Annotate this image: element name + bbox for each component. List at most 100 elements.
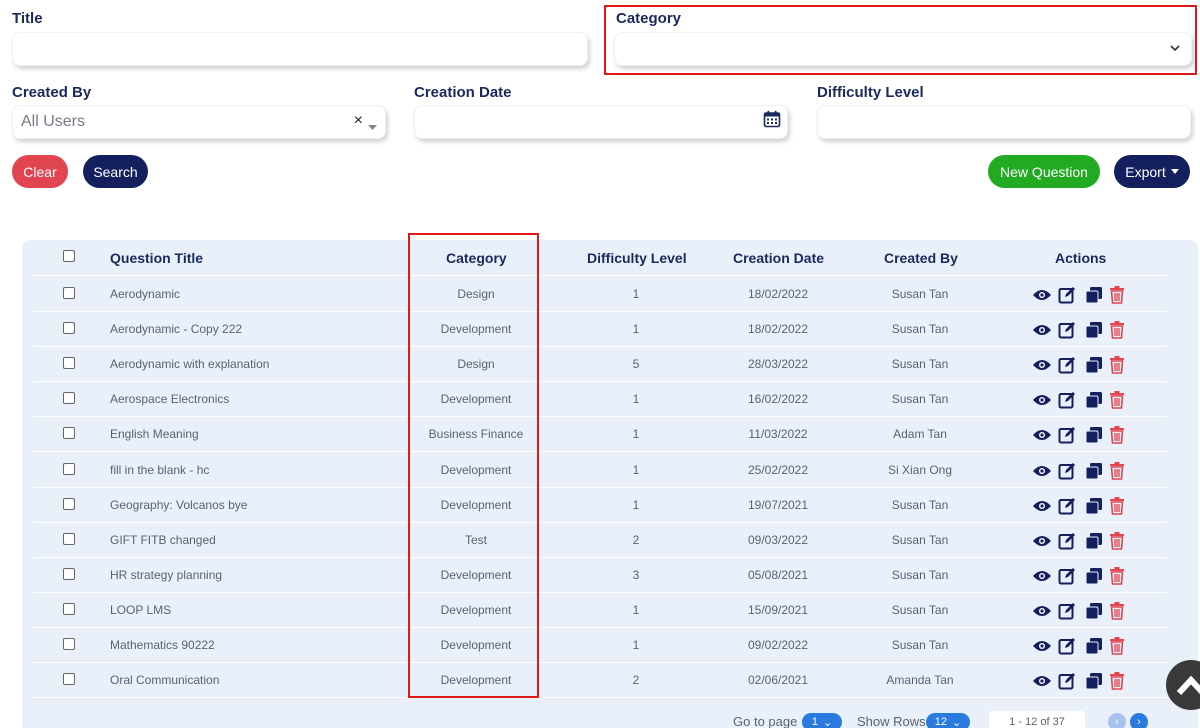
cell-question-title[interactable]: Mathematics 90222: [110, 638, 215, 652]
cell-question-title[interactable]: English Meaning: [110, 427, 199, 441]
header-creation-date[interactable]: Creation Date: [733, 250, 824, 266]
view-icon[interactable]: [1032, 569, 1052, 588]
cell-question-title[interactable]: fill in the blank - hc: [110, 463, 209, 477]
cell-creation-date: 25/02/2022: [747, 462, 809, 477]
row-checkbox[interactable]: [63, 638, 75, 650]
caret-down-icon: [1170, 169, 1179, 174]
edit-icon[interactable]: [1058, 462, 1076, 485]
view-icon[interactable]: [1032, 674, 1052, 693]
copy-icon[interactable]: [1085, 672, 1103, 695]
created-by-select[interactable]: All Users ×: [12, 105, 386, 139]
edit-icon[interactable]: [1058, 391, 1076, 414]
header-created-by[interactable]: Created By: [884, 250, 958, 266]
delete-icon[interactable]: [1109, 286, 1125, 309]
copy-icon[interactable]: [1085, 426, 1103, 449]
cell-difficulty-level: 1: [632, 602, 640, 617]
delete-icon[interactable]: [1109, 531, 1125, 555]
edit-icon[interactable]: [1058, 532, 1076, 555]
row-checkbox[interactable]: [63, 357, 75, 370]
table-row: Oral Communication Development 2 02/06/2021…: [33, 663, 1167, 699]
view-icon[interactable]: [1032, 604, 1052, 623]
cell-question-title[interactable]: LOOP LMS: [110, 603, 171, 617]
view-icon[interactable]: [1032, 288, 1052, 307]
edit-icon[interactable]: [1058, 602, 1076, 625]
cell-question-title[interactable]: Oral Communication: [110, 673, 219, 687]
cell-question-title[interactable]: Aerospace Electronics: [110, 392, 229, 406]
row-checkbox[interactable]: [63, 287, 75, 299]
copy-icon[interactable]: [1085, 637, 1103, 660]
delete-icon[interactable]: [1109, 566, 1125, 590]
search-button[interactable]: Search: [83, 155, 148, 188]
row-checkbox[interactable]: [63, 497, 75, 510]
copy-icon[interactable]: [1085, 567, 1103, 590]
cell-question-title[interactable]: Aerodynamic: [110, 287, 180, 301]
edit-icon[interactable]: [1058, 497, 1076, 520]
row-checkbox[interactable]: [63, 392, 75, 405]
calendar-icon[interactable]: [763, 110, 781, 133]
header-difficulty-level[interactable]: Difficulty Level: [587, 250, 687, 266]
cell-creation-date: 16/02/2022: [747, 392, 809, 407]
row-checkbox[interactable]: [63, 462, 75, 475]
row-checkbox[interactable]: [63, 322, 75, 335]
delete-icon[interactable]: [1109, 601, 1125, 625]
delete-icon[interactable]: [1109, 672, 1125, 695]
cell-question-title[interactable]: Aerodynamic - Copy 222: [110, 322, 242, 336]
chevron-up-icon: [1176, 675, 1200, 696]
clear-button[interactable]: Clear: [12, 155, 68, 188]
prev-page-icon[interactable]: ‹: [1108, 713, 1126, 728]
view-icon[interactable]: [1032, 464, 1052, 483]
view-icon[interactable]: [1032, 534, 1052, 553]
copy-icon[interactable]: [1085, 391, 1103, 414]
delete-icon[interactable]: [1109, 321, 1125, 344]
copy-icon[interactable]: [1085, 321, 1103, 344]
edit-icon[interactable]: [1058, 672, 1076, 695]
row-checkbox[interactable]: [63, 567, 75, 580]
view-icon[interactable]: [1032, 323, 1052, 342]
row-checkbox[interactable]: [63, 427, 75, 440]
table-row: Aerodynamic with explanation Design 5 28/03…: [33, 347, 1167, 383]
select-all-checkbox[interactable]: [63, 250, 75, 262]
row-checkbox[interactable]: [63, 673, 75, 686]
cell-question-title[interactable]: HR strategy planning: [110, 568, 222, 582]
edit-icon[interactable]: [1058, 637, 1076, 660]
cell-question-title[interactable]: Geography: Volcanos bye: [110, 498, 247, 512]
copy-icon[interactable]: [1085, 462, 1103, 485]
row-checkbox[interactable]: [63, 532, 75, 545]
cell-question-title[interactable]: Aerodynamic with explanation: [110, 357, 269, 371]
header-question-title[interactable]: Question Title: [110, 250, 203, 266]
cell-question-title[interactable]: GIFT FITB changed: [110, 533, 216, 547]
view-icon[interactable]: [1032, 358, 1052, 377]
delete-icon[interactable]: [1109, 637, 1125, 660]
row-checkbox[interactable]: [63, 602, 75, 615]
view-icon[interactable]: [1032, 393, 1052, 412]
edit-icon[interactable]: [1058, 426, 1076, 449]
view-icon[interactable]: [1032, 639, 1052, 658]
delete-icon[interactable]: [1109, 496, 1125, 520]
goto-page-select[interactable]: 1 ⌄: [802, 713, 842, 728]
copy-icon[interactable]: [1085, 532, 1103, 555]
delete-icon[interactable]: [1109, 391, 1125, 414]
delete-icon[interactable]: [1109, 461, 1125, 485]
view-icon[interactable]: [1032, 499, 1052, 518]
copy-icon[interactable]: [1085, 286, 1103, 309]
show-rows-value: 12: [934, 716, 948, 728]
view-icon[interactable]: [1032, 428, 1052, 447]
copy-icon[interactable]: [1085, 497, 1103, 520]
show-rows-select[interactable]: 12 ⌄: [926, 713, 970, 728]
edit-icon[interactable]: [1058, 356, 1076, 379]
export-button[interactable]: Export: [1114, 155, 1190, 188]
next-page-icon[interactable]: ›: [1130, 713, 1148, 728]
difficulty-level-input[interactable]: [817, 105, 1191, 139]
delete-icon[interactable]: [1109, 426, 1125, 449]
creation-date-input[interactable]: [414, 105, 788, 139]
copy-icon[interactable]: [1085, 356, 1103, 379]
clear-selection-icon[interactable]: ×: [354, 112, 363, 130]
title-input[interactable]: [12, 32, 588, 66]
edit-icon[interactable]: [1058, 567, 1076, 590]
caret-down-icon[interactable]: [368, 118, 377, 136]
copy-icon[interactable]: [1085, 602, 1103, 625]
edit-icon[interactable]: [1058, 321, 1076, 344]
new-question-button[interactable]: New Question: [988, 155, 1100, 188]
delete-icon[interactable]: [1109, 356, 1125, 379]
edit-icon[interactable]: [1058, 286, 1076, 309]
